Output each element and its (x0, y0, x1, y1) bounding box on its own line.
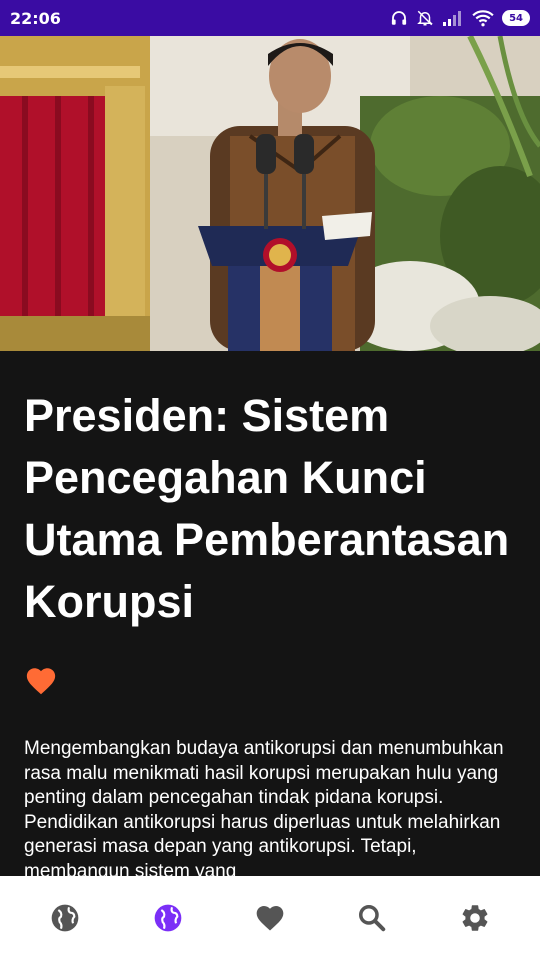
article-hero-image (0, 36, 540, 351)
wifi-icon (472, 9, 494, 27)
status-bar: 22:06 54 (0, 0, 540, 36)
nav-item-settings[interactable] (445, 888, 505, 948)
headphones-icon (390, 9, 408, 27)
bell-off-icon (416, 9, 434, 27)
search-icon (357, 903, 387, 933)
nav-item-globe[interactable] (35, 888, 95, 948)
nav-item-search[interactable] (342, 888, 402, 948)
status-time: 22:06 (10, 8, 61, 28)
signal-icon (442, 10, 464, 26)
nav-item-globe-active[interactable] (138, 888, 198, 948)
nav-item-favorites[interactable] (240, 888, 300, 948)
status-icons: 54 (390, 9, 530, 27)
bottom-navigation (0, 876, 540, 960)
globe-icon (49, 902, 81, 934)
globe-icon (152, 902, 184, 934)
favorite-heart-icon[interactable] (24, 664, 58, 698)
article-content: Presiden: Sistem Pencegahan Kunci Utama … (0, 351, 540, 876)
battery-icon: 54 (502, 10, 530, 26)
heart-icon (254, 902, 286, 934)
article-headline: Presiden: Sistem Pencegahan Kunci Utama … (24, 390, 510, 627)
article-body: Mengembangkan budaya antikorupsi dan men… (24, 738, 504, 876)
gear-icon (459, 902, 491, 934)
